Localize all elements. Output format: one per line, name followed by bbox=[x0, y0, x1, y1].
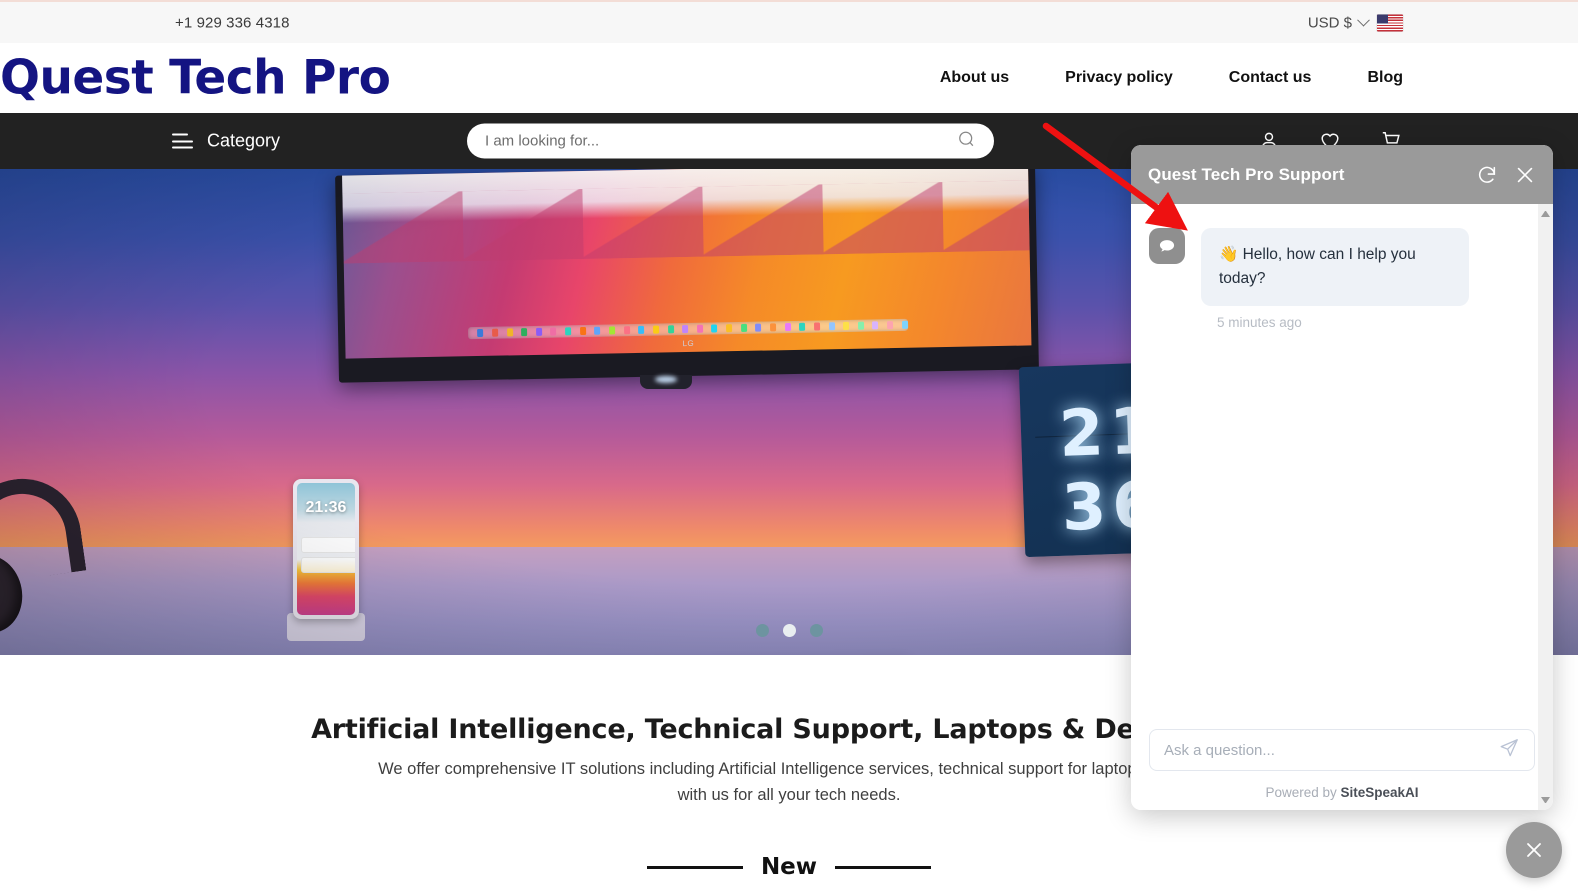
powered-by-label: Powered by SiteSpeakAI bbox=[1149, 785, 1535, 800]
chat-title: Quest Tech Pro Support bbox=[1148, 164, 1345, 184]
currency-selector[interactable]: USD $ bbox=[1307, 13, 1370, 31]
top-utility-bar: +1 929 336 4318 USD $ bbox=[0, 0, 1578, 43]
nav-item-contact-us[interactable]: Contact us bbox=[1229, 69, 1312, 87]
phone-number[interactable]: +1 929 336 4318 bbox=[175, 14, 290, 31]
chat-message-list: 👋 Hello, how can I help you today? 5 min… bbox=[1131, 204, 1553, 729]
hamburger-menu-icon bbox=[172, 133, 193, 149]
category-label: Category bbox=[207, 130, 281, 151]
chat-scrollbar[interactable] bbox=[1538, 204, 1553, 810]
chat-message-text: 👋 Hello, how can I help you today? bbox=[1201, 228, 1469, 307]
scroll-down-arrow-icon[interactable] bbox=[1541, 797, 1550, 804]
carousel-dot-3[interactable] bbox=[809, 624, 823, 637]
us-flag-icon[interactable] bbox=[1377, 14, 1403, 31]
powered-by-brand: SiteSpeakAI bbox=[1340, 785, 1419, 800]
currency-label: USD $ bbox=[1307, 14, 1352, 31]
chat-message-timestamp: 5 minutes ago bbox=[1217, 315, 1302, 331]
search-icon[interactable] bbox=[957, 129, 976, 153]
section-label-new: New bbox=[760, 854, 818, 881]
chat-header: Quest Tech Pro Support bbox=[1131, 145, 1553, 204]
chat-toggle-close-button[interactable] bbox=[1506, 822, 1562, 878]
close-icon[interactable] bbox=[1514, 164, 1536, 186]
carousel-dot-1[interactable] bbox=[755, 624, 769, 637]
currency-region-group: USD $ bbox=[1307, 13, 1403, 31]
powered-by-prefix: Powered by bbox=[1265, 785, 1341, 800]
close-icon bbox=[1527, 843, 1541, 857]
refresh-icon[interactable] bbox=[1476, 164, 1498, 186]
chat-bubble-icon bbox=[1149, 228, 1185, 264]
chevron-down-icon bbox=[1357, 13, 1370, 27]
primary-nav: About us Privacy policy Contact us Blog bbox=[940, 69, 1403, 87]
nav-item-privacy-policy[interactable]: Privacy policy bbox=[1065, 69, 1173, 87]
chat-widget[interactable]: Quest Tech Pro Support 👋 Hello, how can … bbox=[1131, 145, 1553, 810]
divider-line-left bbox=[646, 865, 743, 869]
chat-message-bot: 👋 Hello, how can I help you today? bbox=[1149, 228, 1535, 307]
nav-item-blog[interactable]: Blog bbox=[1367, 69, 1403, 87]
nav-item-about-us[interactable]: About us bbox=[940, 69, 1009, 87]
category-menu-button[interactable]: Category bbox=[172, 131, 280, 152]
brand-header: Quest Tech Pro About us Privacy policy C… bbox=[0, 43, 1578, 113]
search-box[interactable] bbox=[467, 123, 994, 159]
chat-input[interactable] bbox=[1164, 741, 1498, 759]
section-divider-new: New bbox=[0, 854, 1578, 880]
search-input[interactable] bbox=[485, 132, 957, 150]
carousel-dot-2[interactable] bbox=[782, 624, 796, 637]
divider-line-right bbox=[835, 865, 932, 869]
chat-footer: Powered by SiteSpeakAI bbox=[1131, 729, 1553, 810]
chat-input-box[interactable] bbox=[1149, 729, 1535, 771]
send-paper-plane-icon[interactable] bbox=[1498, 737, 1520, 764]
scroll-up-arrow-icon[interactable] bbox=[1541, 210, 1550, 217]
site-logo[interactable]: Quest Tech Pro bbox=[0, 51, 391, 106]
